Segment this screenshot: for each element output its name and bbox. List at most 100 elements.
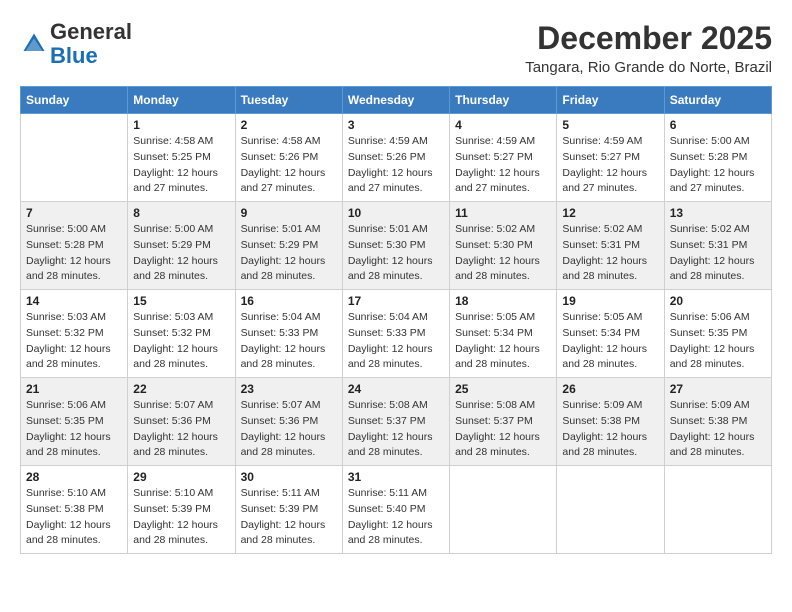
logo-icon xyxy=(20,30,48,58)
table-row: 8Sunrise: 5:00 AM Sunset: 5:29 PM Daylig… xyxy=(128,202,235,290)
weekday-header-row: Sunday Monday Tuesday Wednesday Thursday… xyxy=(21,87,772,114)
table-row: 28 Sunrise: 5:10 AM Sunset: 5:38 PM Dayli… xyxy=(21,466,128,554)
table-row: 22 Sunrise: 5:07 AM Sunset: 5:36 PM Dayli… xyxy=(128,378,235,466)
day-info: Sunrise: 5:11 AM Sunset: 5:40 PM Dayligh… xyxy=(348,486,444,549)
day-info: Sunrise: 5:03 AM Sunset: 5:32 PM Dayligh… xyxy=(133,310,229,373)
day-number: 13 xyxy=(670,206,766,220)
week-row-2: 7 Sunrise: 5:00 AM Sunset: 5:28 PM Daylig… xyxy=(21,202,772,290)
day-info: Sunrise: 5:09 AM Sunset: 5:38 PM Dayligh… xyxy=(562,398,658,461)
day-info: Sunrise: 5:10 AM Sunset: 5:39 PM Dayligh… xyxy=(133,486,229,549)
table-row: 9Sunrise: 5:01 AM Sunset: 5:29 PM Daylig… xyxy=(235,202,342,290)
day-number: 29 xyxy=(133,470,229,484)
day-info: Sunrise: 5:02 AM Sunset: 5:31 PM Dayligh… xyxy=(562,222,658,285)
month-title: December 2025 xyxy=(525,20,772,57)
day-number: 5 xyxy=(562,118,658,132)
table-row: 30 Sunrise: 5:11 AM Sunset: 5:39 PM Dayli… xyxy=(235,466,342,554)
week-row-3: 14 Sunrise: 5:03 AM Sunset: 5:32 PM Dayli… xyxy=(21,290,772,378)
day-info: Sunrise: 5:06 AM Sunset: 5:35 PM Dayligh… xyxy=(26,398,122,461)
day-number: 27 xyxy=(670,382,766,396)
header-friday: Friday xyxy=(557,87,664,114)
table-row: 5 Sunrise: 4:59 AM Sunset: 5:27 PM Daylig… xyxy=(557,114,664,202)
table-row: 14Sunrise: 5:03 AM Sunset: 5:32 PM Dayli… xyxy=(21,290,128,378)
day-number: 20 xyxy=(670,294,766,308)
day-info: Sunrise: 4:59 AM Sunset: 5:27 PM Dayligh… xyxy=(455,134,551,197)
day-info: Sunrise: 4:59 AM Sunset: 5:27 PM Dayligh… xyxy=(562,134,658,197)
day-info: Sunrise: 5:00 AM Sunset: 5:28 PM Dayligh… xyxy=(26,222,122,285)
table-row: 1 Sunrise: 4:58 AM Sunset: 5:25 PM Daylig… xyxy=(128,114,235,202)
calendar-table: Sunday Monday Tuesday Wednesday Thursday… xyxy=(20,86,772,554)
day-info: Sunrise: 5:04 AM Sunset: 5:33 PM Dayligh… xyxy=(348,310,444,373)
table-row: 13 Sunrise: 5:02 AM Sunset: 5:31 PM Dayli… xyxy=(664,202,771,290)
logo-general: General xyxy=(50,19,132,44)
logo: General Blue xyxy=(20,20,132,68)
table-row: 15 Sunrise: 5:03 AM Sunset: 5:32 PM Dayli… xyxy=(128,290,235,378)
table-row: 11Sunrise: 5:02 AM Sunset: 5:30 PM Dayli… xyxy=(450,202,557,290)
table-row: 2 Sunrise: 4:58 AM Sunset: 5:26 PM Daylig… xyxy=(235,114,342,202)
day-info: Sunrise: 5:05 AM Sunset: 5:34 PM Dayligh… xyxy=(455,310,551,373)
logo-text: General Blue xyxy=(50,20,132,68)
table-row: 25 Sunrise: 5:08 AM Sunset: 5:37 PM Dayli… xyxy=(450,378,557,466)
table-row: 4 Sunrise: 4:59 AM Sunset: 5:27 PM Daylig… xyxy=(450,114,557,202)
day-info: Sunrise: 5:01 AM Sunset: 5:30 PM Dayligh… xyxy=(348,222,444,285)
day-info: Sunrise: 5:01 AM Sunset: 5:29 PM Dayligh… xyxy=(241,222,337,285)
day-info: Sunrise: 4:58 AM Sunset: 5:25 PM Dayligh… xyxy=(133,134,229,197)
day-number: 15 xyxy=(133,294,229,308)
header-saturday: Saturday xyxy=(664,87,771,114)
table-row: 26 Sunrise: 5:09 AM Sunset: 5:38 PM Dayli… xyxy=(557,378,664,466)
table-row: 12 Sunrise: 5:02 AM Sunset: 5:31 PM Dayli… xyxy=(557,202,664,290)
day-number: 30 xyxy=(241,470,337,484)
day-info: Sunrise: 5:10 AM Sunset: 5:38 PM Dayligh… xyxy=(26,486,122,549)
table-row xyxy=(450,466,557,554)
table-row: 27Sunrise: 5:09 AM Sunset: 5:38 PM Dayli… xyxy=(664,378,771,466)
day-number: 6 xyxy=(670,118,766,132)
day-number: 1 xyxy=(133,118,229,132)
week-row-5: 28 Sunrise: 5:10 AM Sunset: 5:38 PM Dayli… xyxy=(21,466,772,554)
title-area: December 2025 Tangara, Rio Grande do Nor… xyxy=(525,20,772,76)
table-row: 21Sunrise: 5:06 AM Sunset: 5:35 PM Dayli… xyxy=(21,378,128,466)
day-info: Sunrise: 5:11 AM Sunset: 5:39 PM Dayligh… xyxy=(241,486,337,549)
table-row: 24 Sunrise: 5:08 AM Sunset: 5:37 PM Dayli… xyxy=(342,378,449,466)
page-header: General Blue December 2025 Tangara, Rio … xyxy=(20,20,772,76)
day-number: 23 xyxy=(241,382,337,396)
day-info: Sunrise: 5:07 AM Sunset: 5:36 PM Dayligh… xyxy=(133,398,229,461)
header-sunday: Sunday xyxy=(21,87,128,114)
day-number: 7 xyxy=(26,206,122,220)
day-info: Sunrise: 5:08 AM Sunset: 5:37 PM Dayligh… xyxy=(455,398,551,461)
day-info: Sunrise: 5:08 AM Sunset: 5:37 PM Dayligh… xyxy=(348,398,444,461)
table-row: 23 Sunrise: 5:07 AM Sunset: 5:36 PM Dayli… xyxy=(235,378,342,466)
table-row xyxy=(557,466,664,554)
table-row: 18Sunrise: 5:05 AM Sunset: 5:34 PM Dayli… xyxy=(450,290,557,378)
location-title: Tangara, Rio Grande do Norte, Brazil xyxy=(525,59,772,76)
header-monday: Monday xyxy=(128,87,235,114)
day-info: Sunrise: 5:06 AM Sunset: 5:35 PM Dayligh… xyxy=(670,310,766,373)
day-number: 14 xyxy=(26,294,122,308)
day-number: 22 xyxy=(133,382,229,396)
table-row: 7 Sunrise: 5:00 AM Sunset: 5:28 PM Daylig… xyxy=(21,202,128,290)
day-number: 19 xyxy=(562,294,658,308)
table-row: 3Sunrise: 4:59 AM Sunset: 5:26 PM Daylig… xyxy=(342,114,449,202)
table-row: 10 Sunrise: 5:01 AM Sunset: 5:30 PM Dayli… xyxy=(342,202,449,290)
table-row: 29 Sunrise: 5:10 AM Sunset: 5:39 PM Dayli… xyxy=(128,466,235,554)
day-info: Sunrise: 5:02 AM Sunset: 5:31 PM Dayligh… xyxy=(670,222,766,285)
day-number: 10 xyxy=(348,206,444,220)
table-row xyxy=(664,466,771,554)
header-tuesday: Tuesday xyxy=(235,87,342,114)
day-number: 28 xyxy=(26,470,122,484)
day-number: 4 xyxy=(455,118,551,132)
day-number: 12 xyxy=(562,206,658,220)
day-number: 25 xyxy=(455,382,551,396)
day-number: 16 xyxy=(241,294,337,308)
day-info: Sunrise: 4:58 AM Sunset: 5:26 PM Dayligh… xyxy=(241,134,337,197)
day-info: Sunrise: 5:00 AM Sunset: 5:28 PM Dayligh… xyxy=(670,134,766,197)
table-row: 17Sunrise: 5:04 AM Sunset: 5:33 PM Dayli… xyxy=(342,290,449,378)
day-number: 24 xyxy=(348,382,444,396)
day-number: 26 xyxy=(562,382,658,396)
day-number: 2 xyxy=(241,118,337,132)
day-info: Sunrise: 5:07 AM Sunset: 5:36 PM Dayligh… xyxy=(241,398,337,461)
day-number: 3 xyxy=(348,118,444,132)
table-row: 16Sunrise: 5:04 AM Sunset: 5:33 PM Dayli… xyxy=(235,290,342,378)
header-wednesday: Wednesday xyxy=(342,87,449,114)
table-row: 20 Sunrise: 5:06 AM Sunset: 5:35 PM Dayli… xyxy=(664,290,771,378)
day-info: Sunrise: 5:02 AM Sunset: 5:30 PM Dayligh… xyxy=(455,222,551,285)
header-thursday: Thursday xyxy=(450,87,557,114)
